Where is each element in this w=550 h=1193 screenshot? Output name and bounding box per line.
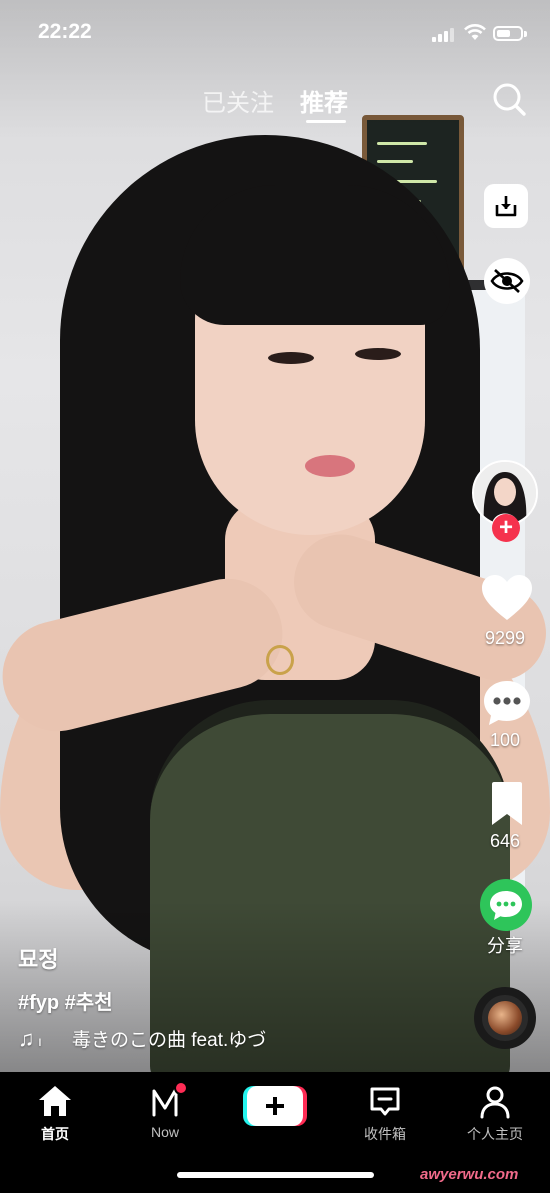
download-icon[interactable]: [484, 184, 528, 228]
share-icon[interactable]: [479, 878, 533, 932]
tab-following[interactable]: 已关注: [202, 83, 274, 118]
share-label: 分享: [487, 936, 523, 956]
status-bar: 22:22: [0, 0, 550, 60]
feed-tabs: 已关注 推荐: [0, 80, 550, 130]
home-indicator[interactable]: [177, 1172, 374, 1178]
home-icon: [39, 1086, 71, 1116]
heart-icon[interactable]: [479, 572, 535, 624]
signal-icon: [432, 26, 456, 42]
battery-icon: [493, 26, 527, 41]
watermark: awyerwu.com: [420, 1166, 519, 1183]
nav-profile[interactable]: 个人主页: [450, 1080, 540, 1150]
creator-avatar[interactable]: +: [472, 460, 542, 542]
music-cover: [488, 1001, 522, 1035]
profile-icon: [480, 1086, 510, 1119]
necklace-pendant: [266, 645, 294, 675]
person-eye-left: [268, 352, 314, 364]
comment-count: 100: [489, 730, 521, 750]
nav-home[interactable]: 首页: [10, 1080, 100, 1150]
notification-dot: [174, 1081, 188, 1095]
music-disc[interactable]: [474, 987, 536, 1049]
active-tab-indicator: [306, 120, 346, 123]
nav-profile-label: 个人主页: [467, 1126, 523, 1142]
author-name[interactable]: 묘정: [18, 942, 58, 974]
eye-slash-icon[interactable]: [484, 258, 530, 304]
tiktok-feed-screen: 22:22 已关注 推荐 + 9299 100 646 分享 묘정 #fyp #…: [0, 0, 550, 1193]
video-player[interactable]: [0, 0, 550, 1072]
follow-button[interactable]: +: [492, 514, 520, 542]
bookmark-icon[interactable]: [488, 780, 526, 828]
nav-inbox[interactable]: 收件箱: [340, 1080, 430, 1150]
person-bangs: [180, 185, 450, 325]
hashtags[interactable]: #fyp #추천: [18, 986, 113, 1015]
nav-now-label: Now: [150, 1124, 179, 1140]
nav-home-label: 首页: [41, 1126, 69, 1142]
create-post-button[interactable]: [243, 1086, 307, 1126]
wifi-icon: [463, 22, 487, 42]
inbox-icon: [370, 1087, 400, 1116]
nav-inbox-label: 收件箱: [364, 1126, 406, 1142]
music-title: 毒きのこの曲 feat.ゆづ: [72, 1030, 267, 1051]
music-scroll-indicator: ı: [38, 1033, 42, 1049]
search-icon[interactable]: [490, 80, 530, 120]
tab-recommended[interactable]: 推荐: [300, 83, 348, 118]
music-info[interactable]: ♫ ı 毒きのこの曲 feat.ゆづ: [18, 1025, 266, 1052]
person-eye-right: [355, 348, 401, 360]
status-time: 22:22: [38, 20, 92, 43]
nav-now[interactable]: Now: [120, 1080, 210, 1150]
person-lips: [305, 455, 355, 477]
comment-icon[interactable]: [481, 678, 533, 728]
favorite-count: 646: [489, 831, 521, 851]
music-note-icon: ♫: [18, 1026, 35, 1051]
like-count: 9299: [484, 628, 526, 648]
